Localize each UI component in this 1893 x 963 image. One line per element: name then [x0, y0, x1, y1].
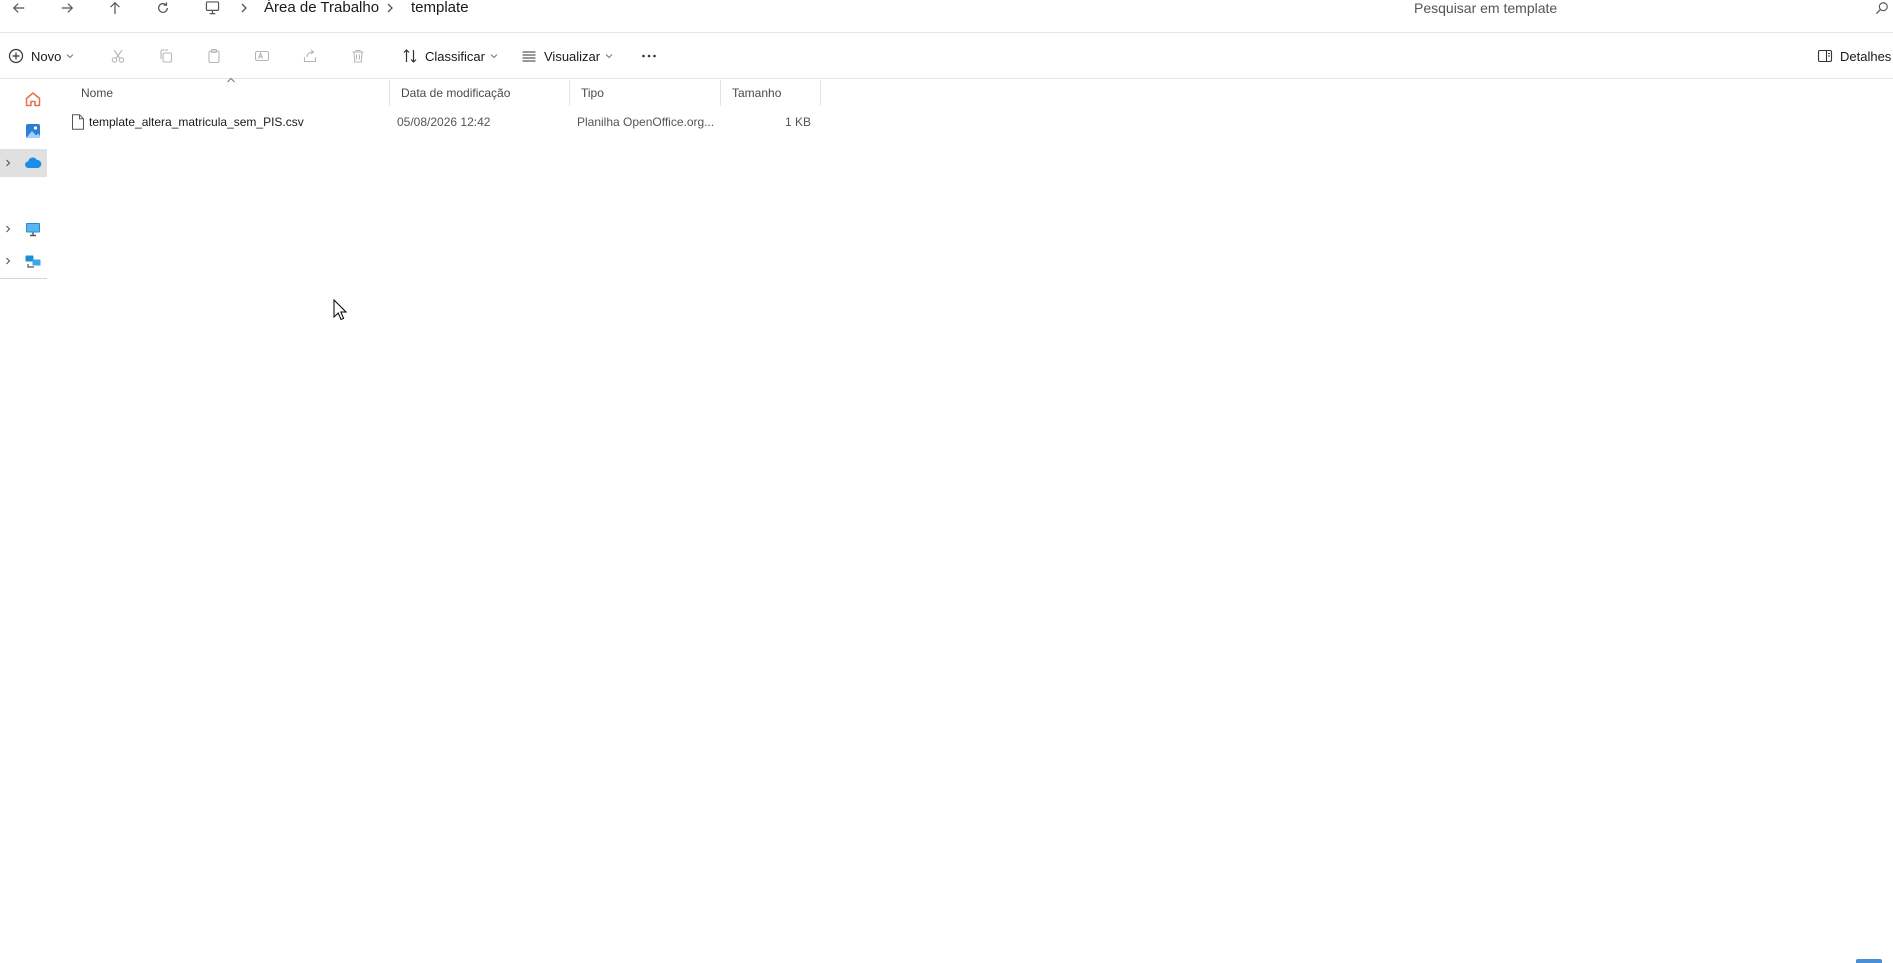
search-box — [1400, 0, 1893, 16]
more-options-button[interactable] — [641, 33, 657, 79]
refresh-button[interactable] — [148, 0, 178, 16]
view-button-label: Visualizar — [544, 48, 601, 64]
scissors-icon — [111, 49, 125, 63]
more-icon — [642, 54, 656, 58]
mouse-cursor-icon — [333, 299, 347, 321]
share-button[interactable] — [302, 33, 318, 79]
clipboard-icon — [208, 48, 220, 64]
chevron-right-icon[interactable] — [386, 0, 394, 16]
cut-button[interactable] — [110, 33, 126, 79]
expand-chevron-icon[interactable] — [3, 215, 13, 243]
back-button[interactable] — [4, 0, 34, 16]
sidebar-item-home[interactable] — [0, 85, 47, 113]
sidebar-item-gallery[interactable] — [0, 117, 47, 145]
search-icon[interactable] — [1875, 1, 1889, 15]
sidebar-item-onedrive[interactable] — [0, 149, 47, 177]
arrow-left-icon — [12, 3, 25, 13]
file-row[interactable]: template_altera_matricula_sem_PIS.csv 05… — [71, 110, 831, 134]
file-size: 1 KB — [784, 115, 811, 129]
sort-ascending-icon — [227, 77, 235, 83]
new-button-label: Novo — [31, 48, 62, 64]
arrow-right-icon — [61, 3, 74, 13]
copy-icon — [160, 49, 173, 63]
details-button[interactable]: Detalhes — [1817, 33, 1891, 79]
forward-button[interactable] — [52, 0, 82, 16]
gallery-icon — [26, 124, 40, 138]
computer-icon — [26, 223, 40, 237]
breadcrumb-template[interactable]: template — [411, 0, 469, 16]
search-input[interactable] — [1414, 0, 1854, 16]
column-header-size[interactable]: Tamanho — [722, 80, 821, 106]
details-button-label: Detalhes — [1840, 48, 1892, 64]
rename-button[interactable] — [254, 33, 270, 79]
expand-chevron-icon[interactable] — [3, 149, 13, 177]
file-name: template_altera_matricula_sem_PIS.csv — [89, 115, 304, 129]
file-type: Planilha OpenOffice.org... — [577, 115, 715, 129]
chevron-down-icon — [67, 54, 74, 59]
share-icon — [303, 49, 317, 63]
rename-icon — [254, 50, 270, 62]
network-icon — [25, 255, 41, 268]
this-pc-crumb[interactable] — [203, 0, 221, 16]
sidebar-divider — [0, 278, 47, 279]
arrow-up-icon — [110, 1, 120, 15]
new-button[interactable]: Novo — [8, 33, 74, 79]
column-header-modified[interactable]: Data de modificação — [391, 80, 570, 106]
plus-circle-icon — [8, 48, 24, 64]
address-bar: Área de Trabalho template — [0, 0, 1893, 33]
sort-icon — [403, 49, 417, 63]
expand-chevron-icon[interactable] — [3, 247, 13, 275]
paste-button[interactable] — [206, 33, 222, 79]
sort-button-label: Classificar — [425, 48, 485, 64]
home-icon — [25, 92, 41, 107]
file-modified: 05/08/2026 12:42 — [397, 115, 491, 129]
delete-button[interactable] — [350, 33, 366, 79]
command-bar: Novo Classificar Visualizar Detalhes — [0, 33, 1893, 79]
navigation-pane — [0, 80, 48, 963]
sidebar-item-network[interactable] — [0, 247, 47, 275]
trash-icon — [352, 49, 364, 63]
monitor-icon — [205, 1, 219, 15]
view-button[interactable]: Visualizar — [521, 33, 613, 79]
onedrive-cloud-icon — [25, 157, 42, 169]
column-header-type[interactable]: Tipo — [571, 80, 721, 106]
up-button[interactable] — [100, 0, 130, 16]
taskbar-indicator — [1856, 959, 1882, 963]
breadcrumb-desktop[interactable]: Área de Trabalho — [264, 0, 379, 16]
file-icon — [72, 114, 84, 130]
sidebar-item-this-pc[interactable] — [0, 215, 47, 243]
details-pane-icon — [1817, 49, 1833, 63]
sort-button[interactable]: Classificar — [402, 33, 498, 79]
copy-button[interactable] — [158, 33, 174, 79]
list-view-icon — [522, 51, 536, 62]
refresh-icon — [158, 2, 168, 13]
chevron-down-icon — [490, 54, 498, 59]
chevron-down-icon — [605, 54, 613, 59]
chevron-right-icon[interactable] — [240, 0, 248, 16]
